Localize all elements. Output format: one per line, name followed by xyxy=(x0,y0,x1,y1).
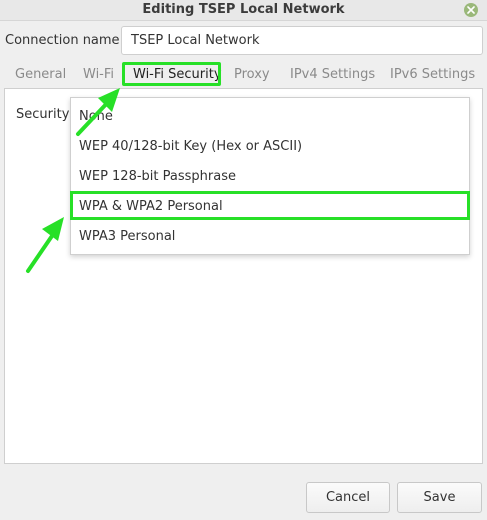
option-highlight-box xyxy=(70,191,470,220)
save-button[interactable]: Save xyxy=(397,482,482,513)
security-label: Security xyxy=(16,107,70,122)
close-button[interactable] xyxy=(464,3,478,17)
tab-general[interactable]: General xyxy=(15,67,66,82)
security-dropdown-menu: None WEP 40/128-bit Key (Hex or ASCII) W… xyxy=(70,97,470,255)
tab-ipv4-settings[interactable]: IPv4 Settings xyxy=(290,67,375,82)
annotation-arrow-option xyxy=(26,217,64,273)
network-editor-window: Editing TSEP Local Network Connection na… xyxy=(0,0,487,520)
window-title: Editing TSEP Local Network xyxy=(142,2,345,17)
close-icon xyxy=(467,6,475,14)
tab-highlight-box xyxy=(122,62,221,86)
annotation-arrow-tab xyxy=(76,88,120,136)
security-option-wpa3-personal[interactable]: WPA3 Personal xyxy=(71,222,469,252)
tab-proxy[interactable]: Proxy xyxy=(234,67,270,82)
security-option-wep-passphrase[interactable]: WEP 128-bit Passphrase xyxy=(71,162,469,192)
title-bar: Editing TSEP Local Network xyxy=(0,0,487,21)
security-option-none[interactable]: None xyxy=(71,102,469,132)
security-option-wep-key[interactable]: WEP 40/128-bit Key (Hex or ASCII) xyxy=(71,132,469,162)
tab-wifi[interactable]: Wi-Fi xyxy=(83,67,114,82)
tab-ipv6-settings[interactable]: IPv6 Settings xyxy=(390,67,475,82)
cancel-button[interactable]: Cancel xyxy=(306,482,390,513)
connection-name-label: Connection name xyxy=(5,33,120,48)
connection-name-input[interactable]: TSEP Local Network xyxy=(121,26,483,55)
